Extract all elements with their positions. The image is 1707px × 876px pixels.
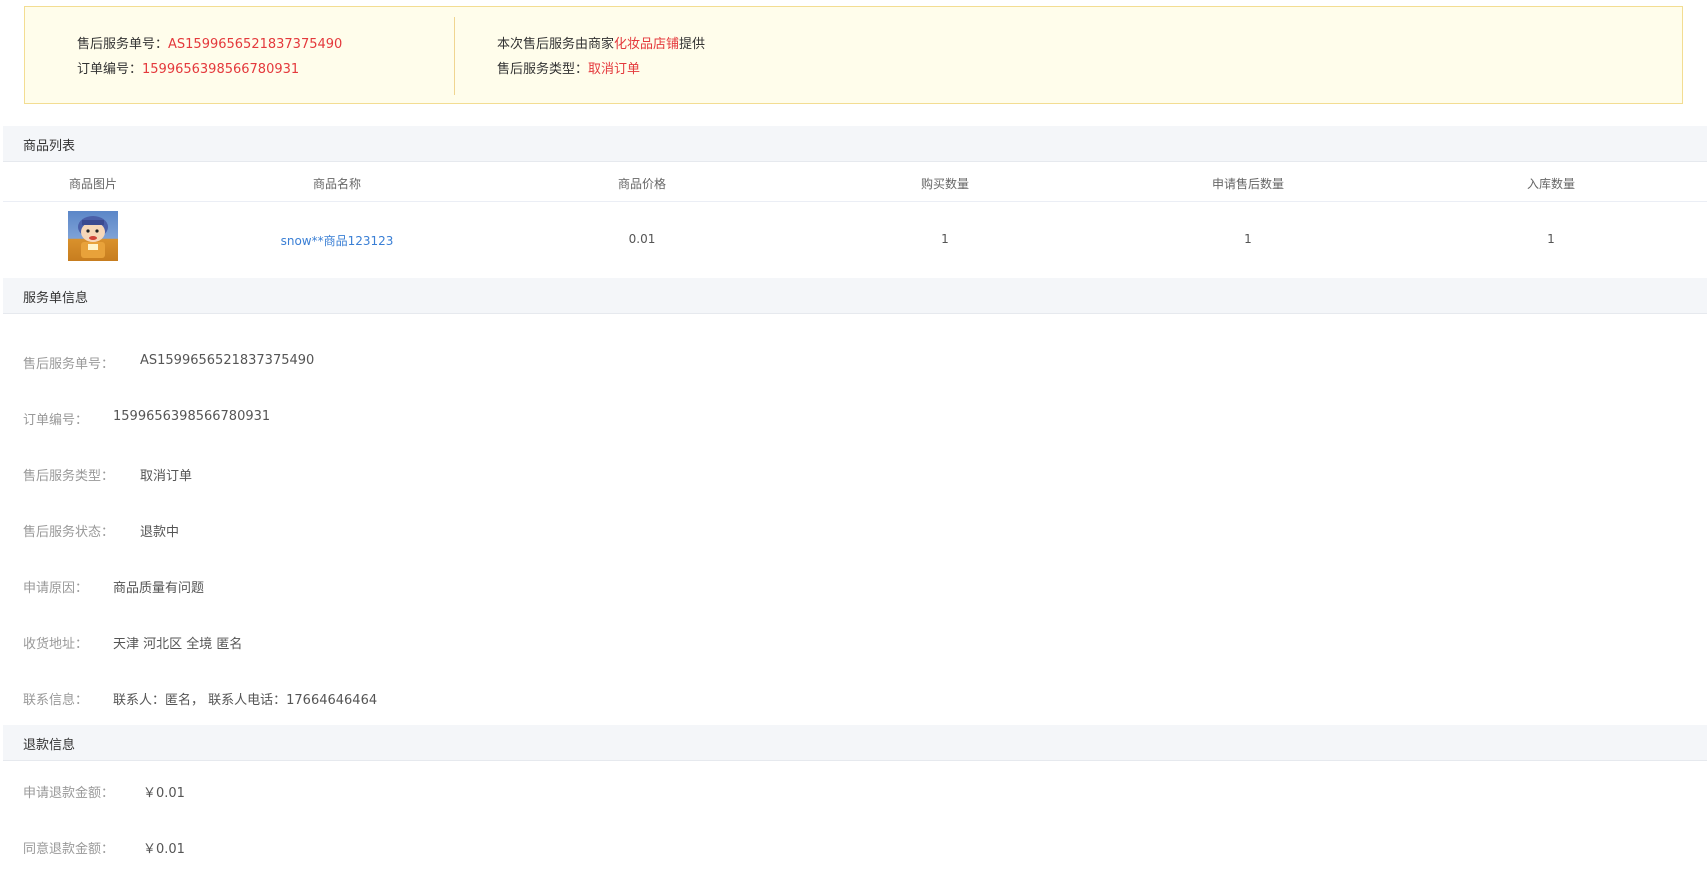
info-row-service-status: 售后服务状态： 退款中 <box>23 525 180 540</box>
product-stock-qty: 1 <box>1547 232 1555 246</box>
product-qty: 1 <box>941 232 949 246</box>
col-image: 商品图片 <box>68 177 118 191</box>
notice-divider <box>454 17 455 95</box>
info-row-reason: 申请原因： 商品质量有问题 <box>23 581 205 596</box>
product-list-title: 商品列表 <box>23 139 76 154</box>
refund-row-apply-amount: 申请退款金额： ￥0.01 <box>23 786 185 801</box>
info-row-service-type: 售后服务类型： 取消订单 <box>23 469 193 484</box>
info-row-order-no: 订单编号： 1599656398566780931 <box>23 409 271 428</box>
refund-info-header: 退款信息 <box>3 725 1707 761</box>
refund-row-agreed-amount: 同意退款金额： ￥0.01 <box>23 842 185 857</box>
col-apply-qty: 申请售后数量 <box>1211 177 1285 191</box>
notice-order-no: 订单编号：1599656398566780931 <box>77 62 300 77</box>
notice-service-type: 售后服务类型：取消订单 <box>497 62 641 77</box>
product-apply-qty: 1 <box>1244 232 1252 246</box>
service-info-header: 服务单信息 <box>3 278 1707 314</box>
product-name-link[interactable]: snow**商品123123 <box>281 232 394 249</box>
product-list-header: 商品列表 <box>3 126 1707 162</box>
notice-service-no: 售后服务单号：AS1599656521837375490 <box>77 37 343 52</box>
after-sale-detail-page: 售后服务单号：AS1599656521837375490 订单编号：159965… <box>3 0 1707 876</box>
product-table-header: 商品图片 商品名称 商品价格 购买数量 申请售后数量 入库数量 <box>3 163 1707 202</box>
product-price: 0.01 <box>628 232 656 246</box>
col-price: 商品价格 <box>617 177 667 191</box>
col-name: 商品名称 <box>312 177 362 191</box>
info-row-contact: 联系信息： 联系人：匿名， 联系人电话：17664646464 <box>23 693 378 708</box>
cartoon-product-image <box>78 216 108 258</box>
refund-info-title: 退款信息 <box>23 738 76 753</box>
info-row-service-no: 售后服务单号： AS1599656521837375490 <box>23 353 315 372</box>
notice-provider: 本次售后服务由商家化妆品店铺提供 <box>497 37 706 52</box>
info-row-address: 收货地址： 天津 河北区 全境 匿名 <box>23 637 243 652</box>
service-notice-box: 售后服务单号：AS1599656521837375490 订单编号：159965… <box>24 6 1683 104</box>
provider-store-link[interactable]: 化妆品店铺 <box>614 37 679 52</box>
col-qty: 购买数量 <box>920 177 970 191</box>
table-row: snow**商品123123 0.01 1 1 1 <box>3 202 1707 278</box>
product-thumbnail[interactable] <box>68 211 118 261</box>
col-stock-qty: 入库数量 <box>1526 177 1576 191</box>
service-info-title: 服务单信息 <box>23 291 89 306</box>
